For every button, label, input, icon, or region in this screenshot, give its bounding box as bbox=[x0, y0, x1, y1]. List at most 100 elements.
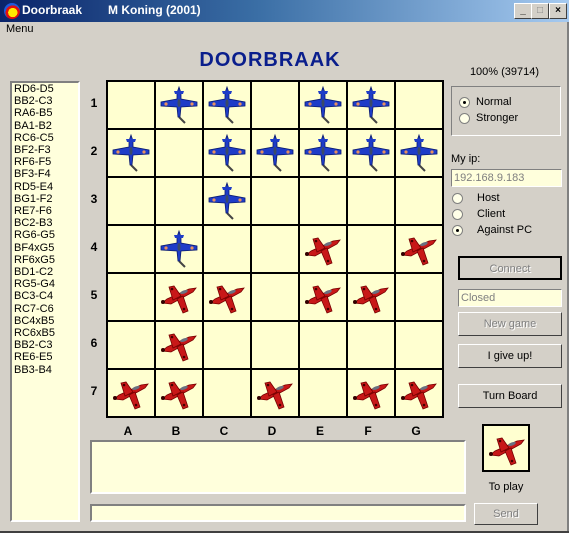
move-list[interactable]: RD6-D5 BB2-C3 RA6-B5 BA1-B2 RC6-C5 BF2-F3 RF6-… bbox=[10, 81, 80, 522]
move-list-item[interactable]: RA6-B5 bbox=[12, 107, 78, 119]
board-cell-e1[interactable] bbox=[300, 82, 346, 128]
board-cell-d6[interactable] bbox=[252, 322, 298, 368]
move-list-item[interactable]: RC6xB5 bbox=[12, 327, 78, 339]
move-list-item[interactable]: BC3-C4 bbox=[12, 290, 78, 302]
board-cell-b4[interactable] bbox=[156, 226, 202, 272]
turn-board-button[interactable]: Turn Board bbox=[458, 384, 562, 408]
move-list-item[interactable]: RG6-G5 bbox=[12, 229, 78, 241]
game-board[interactable] bbox=[106, 80, 444, 418]
board-cell-d4[interactable] bbox=[252, 226, 298, 272]
board-cell-d7[interactable] bbox=[252, 370, 298, 416]
radio-client[interactable]: Client bbox=[452, 208, 505, 220]
board-cell-a5[interactable] bbox=[108, 274, 154, 320]
new-game-button[interactable]: New game bbox=[458, 312, 562, 336]
board-cell-a2[interactable] bbox=[108, 130, 154, 176]
radio-host[interactable]: Host bbox=[452, 192, 500, 204]
board-cell-b2[interactable] bbox=[156, 130, 202, 176]
board-cell-e2[interactable] bbox=[300, 130, 346, 176]
move-list-item[interactable]: RD6-D5 bbox=[12, 83, 78, 95]
board-cell-g2[interactable] bbox=[396, 130, 442, 176]
board-cell-e7[interactable] bbox=[300, 370, 346, 416]
board-cell-d5[interactable] bbox=[252, 274, 298, 320]
board-cell-d2[interactable] bbox=[252, 130, 298, 176]
board-cell-a3[interactable] bbox=[108, 178, 154, 224]
board-cell-f7[interactable] bbox=[348, 370, 394, 416]
board-cell-c5[interactable] bbox=[204, 274, 250, 320]
radio-label: Client bbox=[477, 208, 506, 220]
move-list-item[interactable]: BB2-C3 bbox=[12, 95, 78, 107]
move-list-item[interactable]: BC2-B3 bbox=[12, 217, 78, 229]
board-cell-b6[interactable] bbox=[156, 322, 202, 368]
close-button[interactable]: × bbox=[549, 3, 567, 19]
move-list-item[interactable]: RE6-E5 bbox=[12, 351, 78, 363]
board-cell-f3[interactable] bbox=[348, 178, 394, 224]
move-list-item[interactable]: BF2-F3 bbox=[12, 144, 78, 156]
board-cell-e3[interactable] bbox=[300, 178, 346, 224]
move-list-item[interactable]: RF6xG5 bbox=[12, 254, 78, 266]
board-cell-b3[interactable] bbox=[156, 178, 202, 224]
move-list-item[interactable]: BG1-F2 bbox=[12, 193, 78, 205]
move-list-item[interactable]: BF4xG5 bbox=[12, 242, 78, 254]
give-up-button[interactable]: I give up! bbox=[458, 344, 562, 368]
move-list-item[interactable]: BD1-C2 bbox=[12, 266, 78, 278]
board-cell-d1[interactable] bbox=[252, 82, 298, 128]
board-cell-g4[interactable] bbox=[396, 226, 442, 272]
board-cell-a6[interactable] bbox=[108, 322, 154, 368]
board-cell-d3[interactable] bbox=[252, 178, 298, 224]
board-cell-c6[interactable] bbox=[204, 322, 250, 368]
chat-log[interactable] bbox=[90, 440, 466, 494]
board-cell-g7[interactable] bbox=[396, 370, 442, 416]
ip-field[interactable]: 192.168.9.183 bbox=[451, 169, 562, 187]
board-cell-e6[interactable] bbox=[300, 322, 346, 368]
radio-dot bbox=[452, 208, 463, 220]
move-list-item[interactable]: RG5-G4 bbox=[12, 278, 78, 290]
move-list-item[interactable]: RF6-F5 bbox=[12, 156, 78, 168]
move-list-item[interactable]: RE7-F6 bbox=[12, 205, 78, 217]
maximize-button[interactable]: □ bbox=[531, 3, 549, 19]
radio-against-pc[interactable]: Against PC bbox=[452, 224, 532, 236]
minimize-button[interactable]: _ bbox=[514, 3, 532, 19]
board-cell-b1[interactable] bbox=[156, 82, 202, 128]
row-label: 6 bbox=[90, 336, 98, 350]
board-cell-a1[interactable] bbox=[108, 82, 154, 128]
board-cell-c4[interactable] bbox=[204, 226, 250, 272]
board-cell-f5[interactable] bbox=[348, 274, 394, 320]
board-cell-c1[interactable] bbox=[204, 82, 250, 128]
move-list-item[interactable]: BB3-B4 bbox=[12, 364, 78, 376]
board-cell-e4[interactable] bbox=[300, 226, 346, 272]
board-cell-e5[interactable] bbox=[300, 274, 346, 320]
board-cell-b7[interactable] bbox=[156, 370, 202, 416]
red-plane-icon bbox=[400, 381, 437, 410]
board-cell-g3[interactable] bbox=[396, 178, 442, 224]
menu-item-menu[interactable]: Menu bbox=[6, 23, 34, 35]
board-cell-g1[interactable] bbox=[396, 82, 442, 128]
move-list-item[interactable]: RC7-C6 bbox=[12, 303, 78, 315]
connect-button[interactable]: Connect bbox=[458, 256, 562, 280]
move-list-item[interactable]: RD5-E4 bbox=[12, 181, 78, 193]
connection-status-field[interactable]: Closed bbox=[458, 289, 562, 307]
move-list-item[interactable]: BB2-C3 bbox=[12, 339, 78, 351]
board-cell-f6[interactable] bbox=[348, 322, 394, 368]
board-cell-f4[interactable] bbox=[348, 226, 394, 272]
board-cell-f2[interactable] bbox=[348, 130, 394, 176]
board-cell-f1[interactable] bbox=[348, 82, 394, 128]
move-list-item[interactable]: BC4xB5 bbox=[12, 315, 78, 327]
board-cell-g5[interactable] bbox=[396, 274, 442, 320]
move-list-item[interactable]: RC6-C5 bbox=[12, 132, 78, 144]
board-cell-c3[interactable] bbox=[204, 178, 250, 224]
radio-stronger[interactable]: Stronger bbox=[459, 112, 518, 124]
board-cell-b5[interactable] bbox=[156, 274, 202, 320]
board-cell-c7[interactable] bbox=[204, 370, 250, 416]
red-plane-icon bbox=[352, 285, 389, 314]
row-label: 7 bbox=[90, 384, 98, 398]
board-cell-a7[interactable] bbox=[108, 370, 154, 416]
chat-input[interactable] bbox=[90, 504, 466, 522]
send-button[interactable]: Send bbox=[474, 503, 538, 525]
blue-plane-icon bbox=[208, 133, 246, 172]
move-list-item[interactable]: BA1-B2 bbox=[12, 120, 78, 132]
radio-normal[interactable]: Normal bbox=[459, 96, 511, 108]
board-cell-a4[interactable] bbox=[108, 226, 154, 272]
board-cell-c2[interactable] bbox=[204, 130, 250, 176]
move-list-item[interactable]: BF3-F4 bbox=[12, 168, 78, 180]
board-cell-g6[interactable] bbox=[396, 322, 442, 368]
